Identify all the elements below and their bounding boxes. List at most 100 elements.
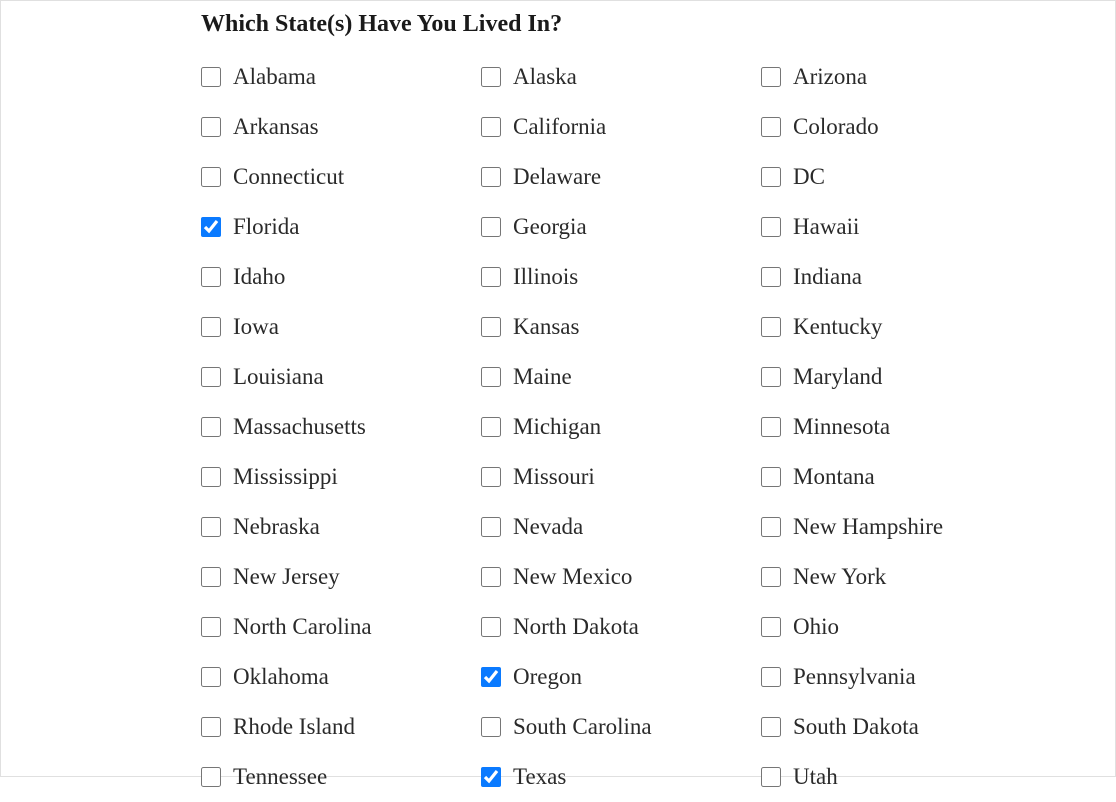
checkbox-label-iowa[interactable]: Iowa [233,314,279,340]
checkbox-indiana[interactable] [761,267,781,287]
checkbox-california[interactable] [481,117,501,137]
checkbox-north-carolina[interactable] [201,617,221,637]
checkbox-label-delaware[interactable]: Delaware [513,164,601,190]
checkbox-ohio[interactable] [761,617,781,637]
checkbox-label-missouri[interactable]: Missouri [513,464,595,490]
checkbox-item-new-jersey: New Jersey [201,552,481,602]
checkbox-label-north-dakota[interactable]: North Dakota [513,614,639,640]
checkbox-nebraska[interactable] [201,517,221,537]
checkbox-kansas[interactable] [481,317,501,337]
checkbox-label-new-york[interactable]: New York [793,564,886,590]
checkbox-label-maryland[interactable]: Maryland [793,364,882,390]
checkbox-label-connecticut[interactable]: Connecticut [233,164,344,190]
checkbox-item-tennessee: Tennessee [201,752,481,802]
checkbox-label-north-carolina[interactable]: North Carolina [233,614,372,640]
checkbox-new-york[interactable] [761,567,781,587]
checkbox-label-dc[interactable]: DC [793,164,825,190]
checkbox-south-carolina[interactable] [481,717,501,737]
checkbox-label-minnesota[interactable]: Minnesota [793,414,890,440]
checkbox-label-idaho[interactable]: Idaho [233,264,285,290]
checkbox-hawaii[interactable] [761,217,781,237]
checkbox-label-oklahoma[interactable]: Oklahoma [233,664,329,690]
checkbox-missouri[interactable] [481,467,501,487]
checkbox-label-california[interactable]: California [513,114,606,140]
checkbox-label-new-hampshire[interactable]: New Hampshire [793,514,943,540]
checkbox-south-dakota[interactable] [761,717,781,737]
checkbox-item-texas: Texas [481,752,761,802]
checkbox-utah[interactable] [761,767,781,787]
checkbox-label-mississippi[interactable]: Mississippi [233,464,338,490]
checkbox-label-massachusetts[interactable]: Massachusetts [233,414,366,440]
checkbox-connecticut[interactable] [201,167,221,187]
checkbox-label-tennessee[interactable]: Tennessee [233,764,327,790]
checkbox-kentucky[interactable] [761,317,781,337]
checkbox-maryland[interactable] [761,367,781,387]
checkbox-label-hawaii[interactable]: Hawaii [793,214,859,240]
checkbox-delaware[interactable] [481,167,501,187]
checkbox-label-alabama[interactable]: Alabama [233,64,316,90]
checkbox-item-oklahoma: Oklahoma [201,652,481,702]
checkbox-new-jersey[interactable] [201,567,221,587]
checkbox-label-indiana[interactable]: Indiana [793,264,862,290]
checkbox-north-dakota[interactable] [481,617,501,637]
checkbox-item-massachusetts: Massachusetts [201,402,481,452]
checkbox-label-arkansas[interactable]: Arkansas [233,114,319,140]
checkbox-texas[interactable] [481,767,501,787]
checkbox-maine[interactable] [481,367,501,387]
checkbox-rhode-island[interactable] [201,717,221,737]
checkbox-label-florida[interactable]: Florida [233,214,299,240]
checkbox-label-colorado[interactable]: Colorado [793,114,879,140]
checkbox-label-kentucky[interactable]: Kentucky [793,314,882,340]
checkbox-alabama[interactable] [201,67,221,87]
checkbox-label-ohio[interactable]: Ohio [793,614,839,640]
checkbox-label-kansas[interactable]: Kansas [513,314,579,340]
checkbox-tennessee[interactable] [201,767,221,787]
checkbox-idaho[interactable] [201,267,221,287]
checkbox-georgia[interactable] [481,217,501,237]
checkbox-massachusetts[interactable] [201,417,221,437]
checkbox-oklahoma[interactable] [201,667,221,687]
checkbox-label-illinois[interactable]: Illinois [513,264,578,290]
checkbox-label-new-mexico[interactable]: New Mexico [513,564,632,590]
checkbox-label-oregon[interactable]: Oregon [513,664,582,690]
checkbox-label-montana[interactable]: Montana [793,464,875,490]
checkbox-label-utah[interactable]: Utah [793,764,838,790]
checkbox-florida[interactable] [201,217,221,237]
checkbox-dc[interactable] [761,167,781,187]
checkbox-label-michigan[interactable]: Michigan [513,414,601,440]
checkbox-pennsylvania[interactable] [761,667,781,687]
checkbox-arizona[interactable] [761,67,781,87]
checkbox-nevada[interactable] [481,517,501,537]
checkbox-item-north-dakota: North Dakota [481,602,761,652]
checkbox-alaska[interactable] [481,67,501,87]
checkbox-new-hampshire[interactable] [761,517,781,537]
checkbox-label-pennsylvania[interactable]: Pennsylvania [793,664,916,690]
checkbox-label-nebraska[interactable]: Nebraska [233,514,320,540]
checkbox-michigan[interactable] [481,417,501,437]
checkbox-montana[interactable] [761,467,781,487]
checkbox-label-alaska[interactable]: Alaska [513,64,577,90]
checkbox-item-arkansas: Arkansas [201,102,481,152]
checkbox-minnesota[interactable] [761,417,781,437]
checkbox-item-kentucky: Kentucky [761,302,1041,352]
checkbox-iowa[interactable] [201,317,221,337]
checkbox-illinois[interactable] [481,267,501,287]
checkbox-label-rhode-island[interactable]: Rhode Island [233,714,355,740]
checkbox-label-texas[interactable]: Texas [513,764,566,790]
checkbox-label-maine[interactable]: Maine [513,364,572,390]
checkbox-label-arizona[interactable]: Arizona [793,64,867,90]
checkbox-item-south-carolina: South Carolina [481,702,761,752]
checkbox-label-louisiana[interactable]: Louisiana [233,364,324,390]
checkbox-arkansas[interactable] [201,117,221,137]
checkbox-label-south-dakota[interactable]: South Dakota [793,714,919,740]
checkbox-mississippi[interactable] [201,467,221,487]
checkbox-louisiana[interactable] [201,367,221,387]
checkbox-label-georgia[interactable]: Georgia [513,214,587,240]
checkbox-label-new-jersey[interactable]: New Jersey [233,564,340,590]
checkbox-item-new-hampshire: New Hampshire [761,502,1041,552]
checkbox-oregon[interactable] [481,667,501,687]
checkbox-label-nevada[interactable]: Nevada [513,514,583,540]
checkbox-colorado[interactable] [761,117,781,137]
checkbox-new-mexico[interactable] [481,567,501,587]
checkbox-label-south-carolina[interactable]: South Carolina [513,714,652,740]
